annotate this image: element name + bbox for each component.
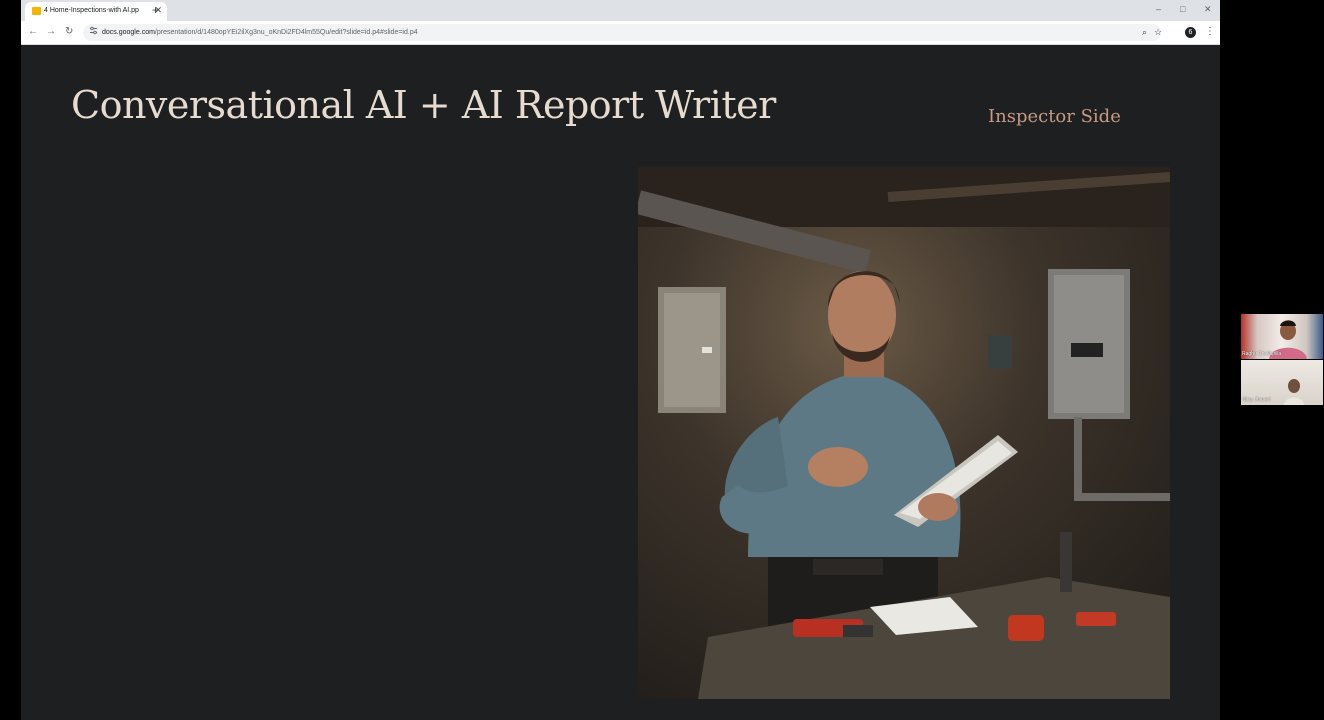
participant-video-tile[interactable]: Nilay Jhaveri xyxy=(1241,360,1323,405)
bookmark-star-icon[interactable]: ☆ xyxy=(1154,26,1162,39)
address-bar[interactable]: docs.google.com/presentation/d/1480opYEi… xyxy=(83,24,1162,41)
new-tab-button[interactable]: + xyxy=(152,3,159,17)
close-window-button[interactable]: ✕ xyxy=(1204,3,1212,15)
back-arrow-icon[interactable]: ← xyxy=(28,25,38,39)
tab-title: 4 Home-Inspections-with AI.pp xyxy=(44,7,139,14)
slide-title: Conversational AI + AI Report Writer xyxy=(71,83,776,127)
inspector-photo xyxy=(638,167,1170,699)
slides-icon xyxy=(32,7,41,15)
reload-icon[interactable]: ↻ xyxy=(65,25,73,39)
minimize-button[interactable]: – xyxy=(1156,3,1161,15)
browser-tab[interactable]: 4 Home-Inspections-with AI.pp ✕ xyxy=(25,2,167,21)
participant-name: Raghu Challapilla xyxy=(1242,351,1282,357)
url-text: docs.google.com/presentation/d/1480opYEi… xyxy=(102,27,418,38)
forward-arrow-icon[interactable]: → xyxy=(46,25,56,39)
zoom-icon[interactable]: ⌕ xyxy=(1142,26,1147,39)
profile-avatar[interactable]: 6 xyxy=(1185,27,1196,38)
browser-toolbar: ← → ↻ docs.google.com/presentation/d/148… xyxy=(21,21,1220,45)
url-path: /presentation/d/1480opYEi2ilXg3nu_oKnDi2… xyxy=(154,29,418,36)
menu-icon[interactable]: ⋮ xyxy=(1205,26,1215,38)
browser-window: 4 Home-Inspections-with AI.pp ✕ + – □ ✕ … xyxy=(21,0,1220,720)
slide-subtitle: Inspector Side xyxy=(988,106,1121,127)
slide-canvas: Conversational AI + AI Report Writer Ins… xyxy=(21,45,1220,720)
url-host: docs.google.com xyxy=(102,29,155,36)
maximize-button[interactable]: □ xyxy=(1180,3,1185,15)
tab-strip: 4 Home-Inspections-with AI.pp ✕ + – □ ✕ xyxy=(21,0,1220,21)
participant-video-tile[interactable]: Raghu Challapilla xyxy=(1241,314,1323,359)
tune-icon[interactable] xyxy=(89,26,98,39)
participant-name: Nilay Jhaveri xyxy=(1242,397,1271,403)
